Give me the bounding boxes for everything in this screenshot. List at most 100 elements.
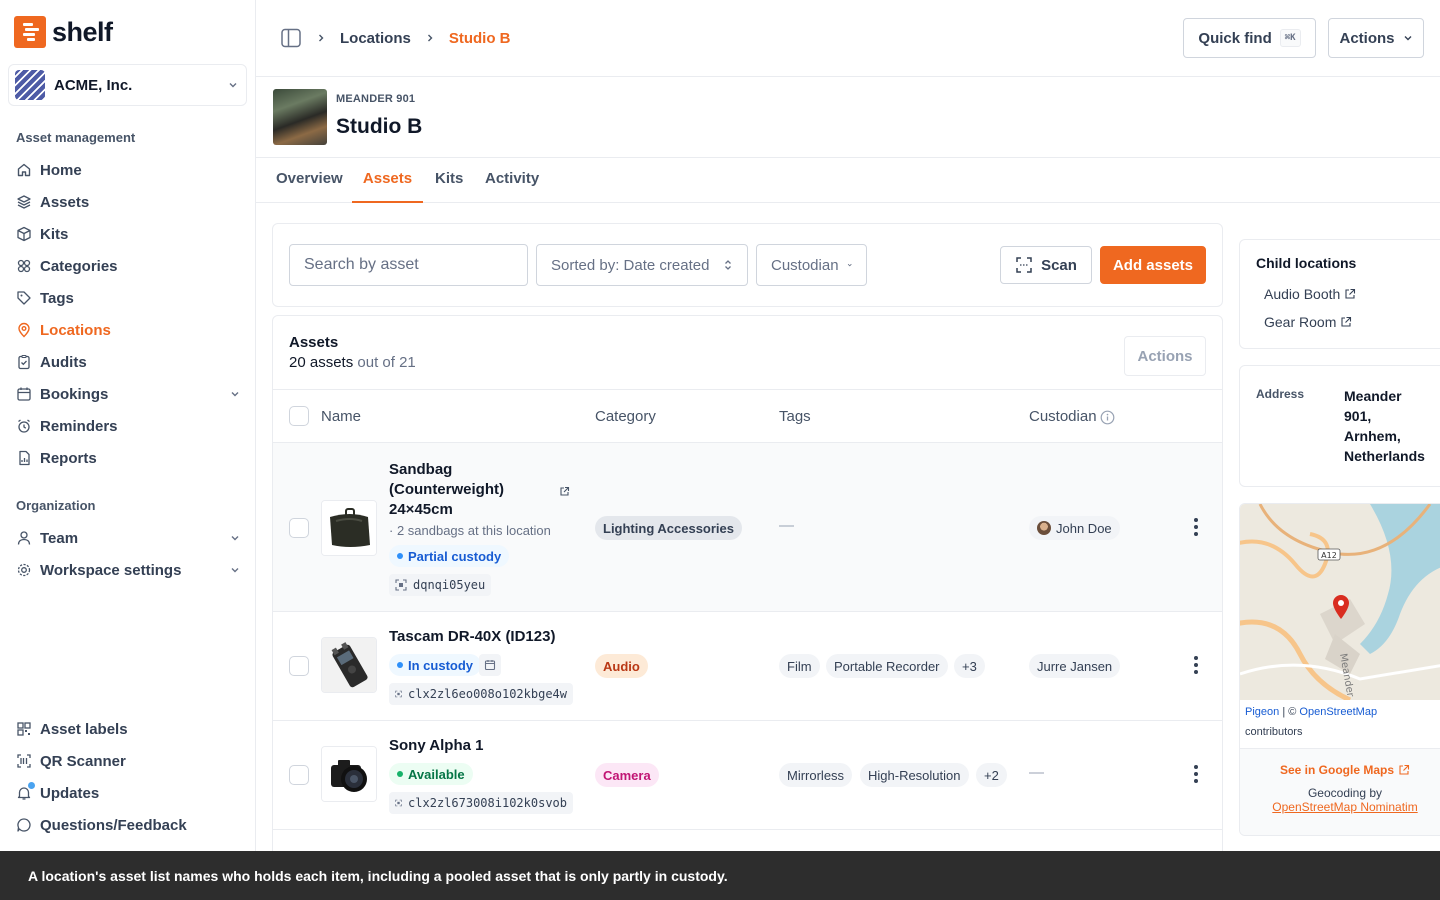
- sidebar-item-label: Team: [40, 529, 79, 547]
- asset-code-value: dqnqi05yeu: [413, 578, 486, 592]
- asset-name[interactable]: Sandbag (Counterweight) 24×45cm: [389, 460, 504, 520]
- map-attribution-sep: | ©: [1279, 706, 1300, 718]
- logo[interactable]: shelf: [14, 16, 113, 48]
- workspace-switcher[interactable]: ACME, Inc.: [8, 64, 247, 106]
- location-map[interactable]: A12 Meander: [1240, 504, 1440, 700]
- column-name[interactable]: Name: [321, 408, 361, 425]
- table-header: Name Category Tags Custodian: [273, 389, 1222, 443]
- chevron-down-icon: [1404, 36, 1411, 41]
- child-locations-title: Child locations: [1256, 255, 1357, 271]
- column-tags[interactable]: Tags: [779, 408, 811, 425]
- tabs: Overview Assets Kits Activity: [256, 158, 1440, 203]
- asset-code[interactable]: clx2zl673008i102k0svob: [389, 792, 573, 814]
- table-row[interactable]: Sony Alpha 1 Available clx2zl673008i102k…: [273, 721, 1222, 830]
- row-actions-menu[interactable]: [1193, 518, 1199, 536]
- column-category[interactable]: Category: [595, 408, 656, 425]
- address-line: Meander: [1344, 388, 1402, 404]
- quick-find-button[interactable]: Quick find ⌘K: [1183, 18, 1316, 58]
- tag-overflow[interactable]: +2: [976, 763, 1007, 787]
- sidebar-item-reports[interactable]: Reports: [16, 446, 240, 470]
- sort-select[interactable]: Sorted by: Date created: [536, 244, 748, 286]
- row-checkbox[interactable]: [289, 656, 309, 676]
- sidebar-item-label: Asset labels: [40, 720, 128, 738]
- asset-thumbnail[interactable]: [321, 637, 377, 693]
- external-link-icon: [1345, 288, 1356, 299]
- search-input[interactable]: Search by asset: [289, 244, 528, 286]
- column-custodian[interactable]: Custodian: [1029, 408, 1097, 425]
- chevron-down-icon: [847, 263, 852, 267]
- scan-label: Scan: [1041, 256, 1077, 274]
- assets-table-card: Assets 20 assets out of 21 Actions Name …: [272, 315, 1223, 875]
- asset-thumbnail[interactable]: [321, 746, 377, 802]
- row-actions-menu[interactable]: [1193, 656, 1199, 674]
- tag: Portable Recorder: [826, 654, 948, 678]
- quick-find-label: Quick find: [1198, 29, 1272, 47]
- breadcrumb-locations[interactable]: Locations: [340, 30, 411, 47]
- sidebar-item-audits[interactable]: Audits: [16, 350, 240, 374]
- sidebar-item-locations[interactable]: Locations: [16, 318, 240, 342]
- camera-image: [322, 747, 376, 801]
- map-attribution-link[interactable]: OpenStreetMap: [1299, 706, 1377, 718]
- external-link-icon[interactable]: [559, 486, 570, 497]
- sidebar-item-label: Reports: [40, 449, 97, 467]
- sidebar-item-assets[interactable]: Assets: [16, 190, 240, 214]
- tab-activity[interactable]: Activity: [485, 158, 539, 203]
- custodian-filter[interactable]: Custodian: [756, 244, 867, 286]
- asset-name[interactable]: Sony Alpha 1: [389, 736, 483, 756]
- geocoding-label: Geocoding by: [1307, 786, 1383, 800]
- actions-button[interactable]: Actions: [1328, 18, 1424, 58]
- tag: High-Resolution: [860, 763, 969, 787]
- bulk-actions-button[interactable]: Actions: [1124, 336, 1206, 376]
- child-location-label: Audio Booth: [1264, 286, 1341, 302]
- sidebar-item-tags[interactable]: Tags: [16, 286, 240, 310]
- address-line: Netherlands: [1344, 448, 1425, 464]
- asset-name[interactable]: Tascam DR-40X (ID123): [389, 627, 555, 647]
- sidebar-item-home[interactable]: Home: [16, 158, 240, 182]
- child-location-link[interactable]: Gear Room: [1264, 314, 1352, 330]
- sidebar-item-feedback[interactable]: Questions/Feedback: [16, 813, 240, 837]
- add-assets-button[interactable]: Add assets: [1100, 246, 1206, 284]
- nominatim-link[interactable]: OpenStreetMap Nominatim: [1240, 800, 1440, 814]
- asset-name-line: (Counterweight): [389, 481, 504, 498]
- asset-code[interactable]: dqnqi05yeu: [389, 574, 492, 596]
- sidebar-item-kits[interactable]: Kits: [16, 222, 240, 246]
- booking-calendar-icon[interactable]: [479, 654, 501, 676]
- sidebar-item-team[interactable]: Team: [16, 526, 240, 550]
- tab-kits[interactable]: Kits: [435, 158, 463, 203]
- chevron-right-icon: [319, 34, 324, 42]
- row-actions-menu[interactable]: [1193, 765, 1199, 783]
- sidebar-toggle-icon[interactable]: [280, 27, 302, 49]
- info-icon[interactable]: [1100, 410, 1115, 425]
- asset-code[interactable]: clx2zl6eo008o102kbge4w: [389, 683, 573, 705]
- status-dot: [397, 553, 403, 559]
- sidebar-item-categories[interactable]: Categories: [16, 254, 240, 278]
- sidebar-item-label: Assets: [40, 193, 90, 211]
- kits-icon: [16, 226, 32, 242]
- table-row[interactable]: Tascam DR-40X (ID123) In custody clx2zl6…: [273, 612, 1222, 721]
- sidebar-item-qr-scanner[interactable]: QR Scanner: [16, 749, 240, 773]
- asset-thumbnail[interactable]: [321, 500, 377, 556]
- child-location-link[interactable]: Audio Booth: [1264, 286, 1356, 302]
- select-all-checkbox[interactable]: [289, 406, 309, 426]
- sidebar-item-updates[interactable]: Updates: [16, 781, 240, 805]
- google-maps-link[interactable]: See in Google Maps: [1240, 763, 1440, 777]
- external-link-icon: [1341, 316, 1352, 327]
- scan-button[interactable]: Scan: [1000, 246, 1092, 284]
- tab-assets[interactable]: Assets: [352, 158, 423, 203]
- tag-icon: [16, 290, 32, 306]
- map-attribution-link[interactable]: Pigeon: [1245, 706, 1279, 718]
- row-checkbox[interactable]: [289, 518, 309, 538]
- tag-overflow[interactable]: +3: [954, 654, 985, 678]
- breadcrumb: Locations Studio B: [280, 27, 511, 49]
- sidebar-item-workspace-settings[interactable]: Workspace settings: [16, 558, 240, 582]
- sidebar-item-asset-labels[interactable]: Asset labels: [16, 717, 240, 741]
- scan-icon: [1016, 257, 1032, 273]
- row-checkbox[interactable]: [289, 765, 309, 785]
- tab-overview[interactable]: Overview: [276, 158, 343, 203]
- location-image[interactable]: [273, 89, 327, 145]
- report-icon: [16, 450, 32, 466]
- address-card: Address Meander 901, Arnhem, Netherlands: [1239, 365, 1440, 487]
- sidebar-item-bookings[interactable]: Bookings: [16, 382, 240, 406]
- table-row[interactable]: Sandbag (Counterweight) 24×45cm · 2 sand…: [273, 443, 1222, 612]
- sidebar-item-reminders[interactable]: Reminders: [16, 414, 240, 438]
